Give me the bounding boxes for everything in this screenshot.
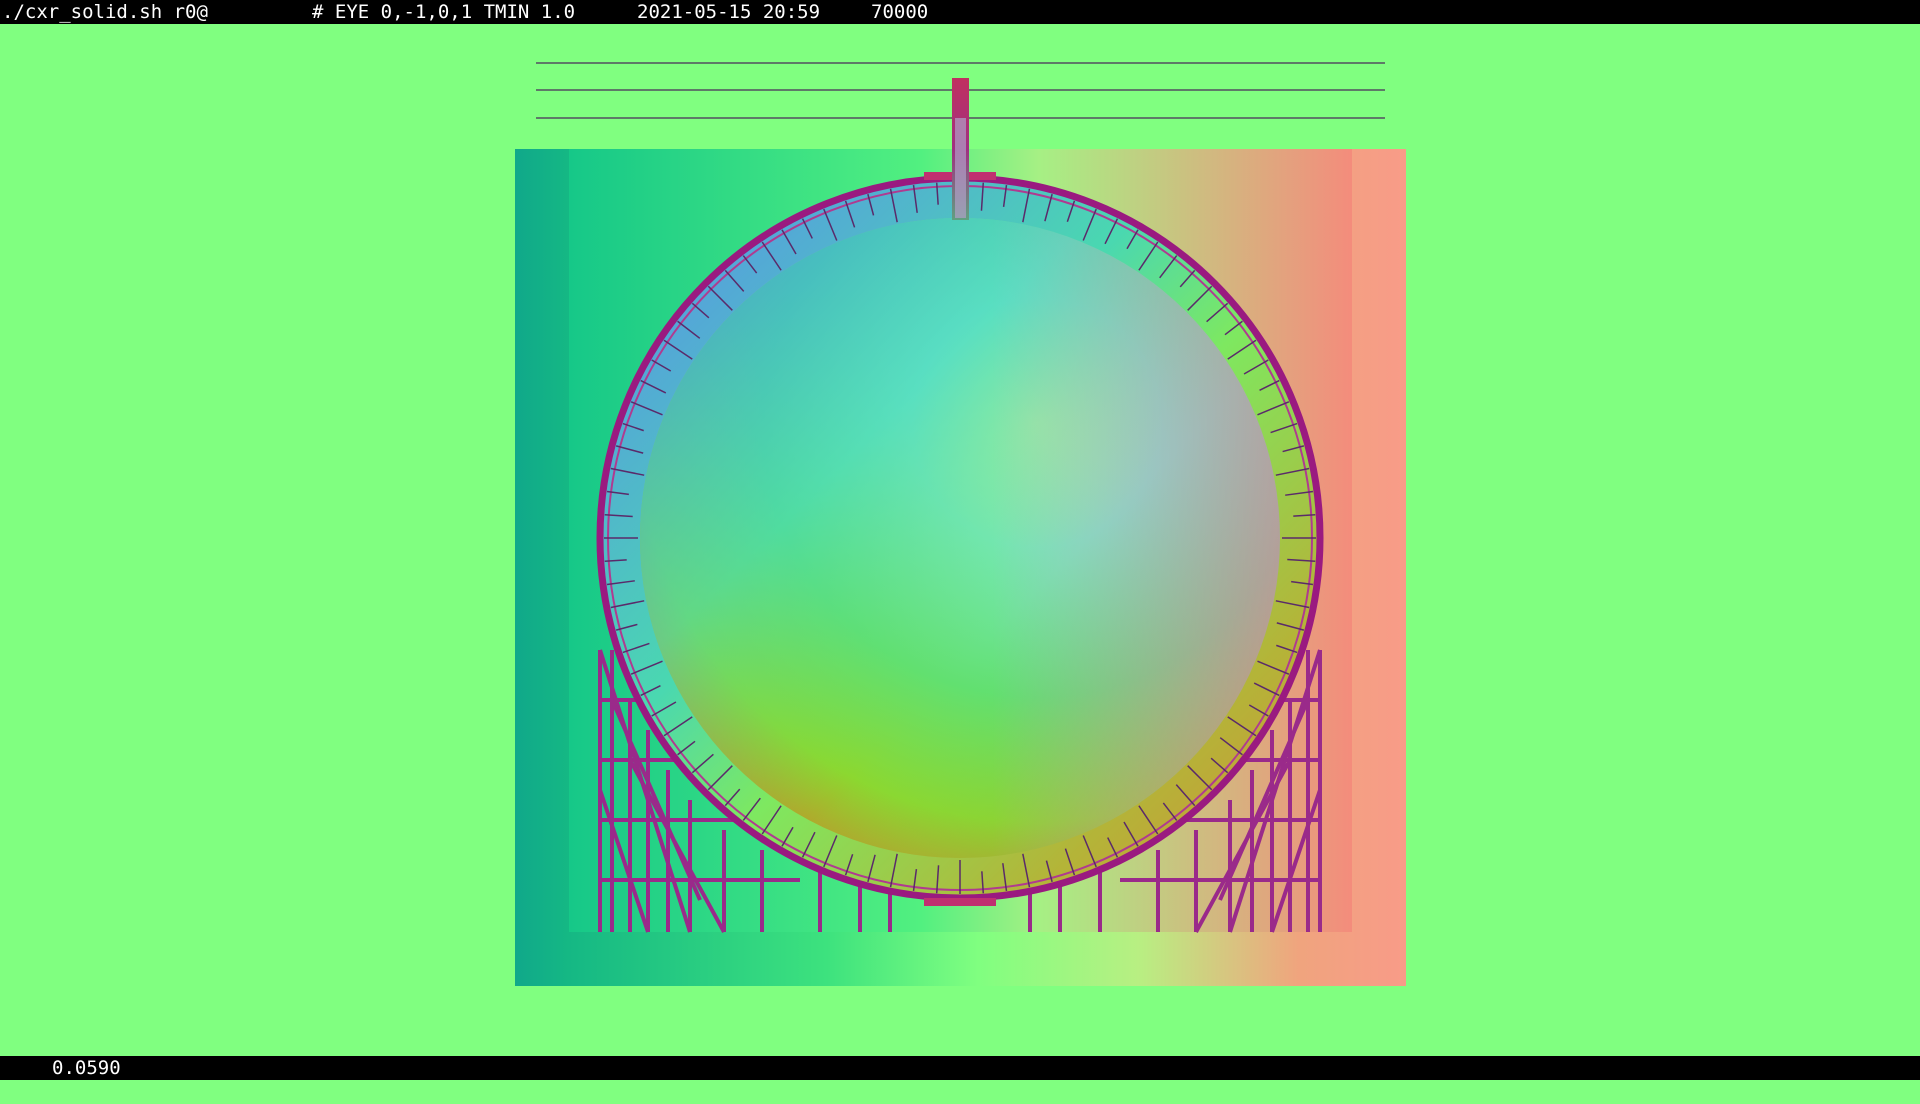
datetime-text: 2021-05-15 20:59 (637, 1, 821, 23)
count-text: 70000 (871, 1, 929, 23)
bottom-nozzle (924, 898, 996, 906)
title-bar: ./cxr_solid.sh r0@ # EYE 0,-1,0,1 TMIN 1… (0, 0, 1920, 24)
timing-text: 0.0590 (52, 1057, 121, 1079)
status-bar: 0.0590 (0, 1056, 1920, 1080)
eye-info-text: # EYE 0,-1,0,1 TMIN 1.0 (312, 1, 576, 23)
render-viewport[interactable] (0, 24, 1920, 1056)
command-text: ./cxr_solid.sh r0@ (2, 1, 208, 23)
chimney (952, 78, 969, 220)
